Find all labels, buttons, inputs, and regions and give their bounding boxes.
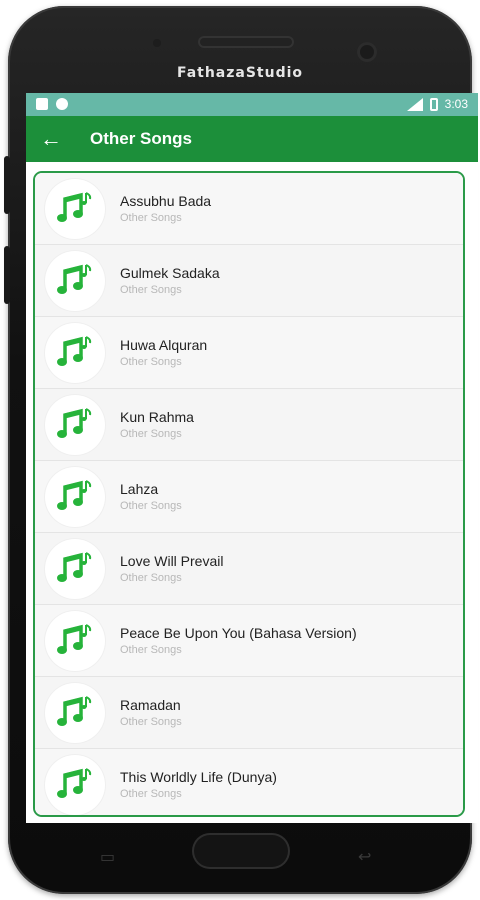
song-text: Ramadan Other Songs <box>120 697 182 728</box>
song-avatar <box>45 322 105 383</box>
music-note-icon <box>57 407 92 438</box>
song-subtitle: Other Songs <box>120 428 182 440</box>
song-list-item[interactable]: This Worldly Life (Dunya) Other Songs <box>35 749 463 815</box>
back-button[interactable]: ← <box>34 126 68 152</box>
song-subtitle: Other Songs <box>120 212 182 224</box>
music-note-icon <box>57 695 92 726</box>
song-text: Gulmek Sadaka Other Songs <box>120 265 220 296</box>
song-text: Huwa Alquran Other Songs <box>120 337 207 368</box>
song-avatar <box>45 250 105 311</box>
screen: 3:03 ← Other Songs Assubhu Bada Other Son… <box>26 93 478 823</box>
song-subtitle: Other Songs <box>120 500 182 512</box>
song-title: Gulmek Sadaka <box>120 265 220 281</box>
song-subtitle: Other Songs <box>120 644 182 656</box>
arrow-left-icon: ← <box>40 126 62 151</box>
song-avatar <box>45 682 105 743</box>
front-camera <box>357 42 377 62</box>
song-list-item[interactable]: Gulmek Sadaka Other Songs <box>35 245 463 317</box>
song-avatar <box>45 754 105 815</box>
volume-button-2 <box>4 246 10 304</box>
music-note-icon <box>57 551 92 582</box>
notification-icon <box>36 98 48 110</box>
page-title: Other Songs <box>90 129 193 148</box>
song-list-item[interactable]: Huwa Alquran Other Songs <box>35 317 463 389</box>
music-note-icon <box>57 767 92 798</box>
song-avatar <box>45 466 105 527</box>
song-subtitle: Other Songs <box>120 284 182 296</box>
device-brand: FathazaStudio <box>176 65 304 81</box>
battery-icon <box>429 97 438 111</box>
song-text: Lahza Other Songs <box>120 481 182 512</box>
earpiece-speaker <box>198 36 294 48</box>
song-avatar <box>45 394 105 455</box>
song-title: Kun Rahma <box>120 409 194 425</box>
song-list-item[interactable]: Lahza Other Songs <box>35 461 463 533</box>
status-time: 3:03 <box>444 97 468 111</box>
song-title: Ramadan <box>120 697 181 713</box>
song-list-item[interactable]: Peace Be Upon You (Bahasa Version) Other … <box>35 605 463 677</box>
song-avatar <box>45 538 105 599</box>
song-text: This Worldly Life (Dunya) Other Songs <box>120 769 277 800</box>
music-note-icon <box>57 623 92 654</box>
song-text: Peace Be Upon You (Bahasa Version) Other … <box>120 625 357 656</box>
song-text: Assubhu Bada Other Songs <box>120 193 211 224</box>
song-avatar <box>45 610 105 671</box>
sensor-dot <box>153 39 161 47</box>
song-title: This Worldly Life (Dunya) <box>120 769 277 785</box>
song-title: Huwa Alquran <box>120 337 208 353</box>
song-subtitle: Other Songs <box>120 788 182 800</box>
song-list: Assubhu Bada Other Songs Gulmek Sadaka Othe… <box>33 171 465 817</box>
signal-icon <box>406 97 423 111</box>
song-text: Kun Rahma Other Songs <box>120 409 194 440</box>
volume-button <box>4 156 10 214</box>
recent-apps-key[interactable]: ▭ <box>100 847 115 867</box>
music-note-icon <box>57 479 92 510</box>
song-avatar <box>45 178 105 239</box>
song-subtitle: Other Songs <box>120 716 182 728</box>
home-button[interactable] <box>192 833 290 869</box>
music-note-icon <box>57 263 92 294</box>
song-text: Love Will Prevail Other Songs <box>120 553 223 584</box>
song-title: Peace Be Upon You (Bahasa Version) <box>120 625 357 641</box>
song-title: Love Will Prevail <box>120 553 224 569</box>
notification-icon-2 <box>56 98 68 110</box>
status-bar: 3:03 <box>26 93 478 116</box>
song-subtitle: Other Songs <box>120 572 182 584</box>
song-list-item[interactable]: Assubhu Bada Other Songs <box>35 173 463 245</box>
music-note-icon <box>57 191 92 222</box>
phone-frame: FathazaStudio 3:03 ← Other Songs Assubhu… <box>4 6 478 894</box>
song-list-item[interactable]: Ramadan Other Songs <box>35 677 463 749</box>
song-title: Lahza <box>120 481 159 497</box>
music-note-icon <box>57 335 92 366</box>
song-list-item[interactable]: Kun Rahma Other Songs <box>35 389 463 461</box>
back-key[interactable]: ↩ <box>358 847 371 867</box>
song-subtitle: Other Songs <box>120 356 182 368</box>
app-bar: ← Other Songs <box>26 116 478 162</box>
song-title: Assubhu Bada <box>120 193 212 209</box>
song-list-item[interactable]: Love Will Prevail Other Songs <box>35 533 463 605</box>
